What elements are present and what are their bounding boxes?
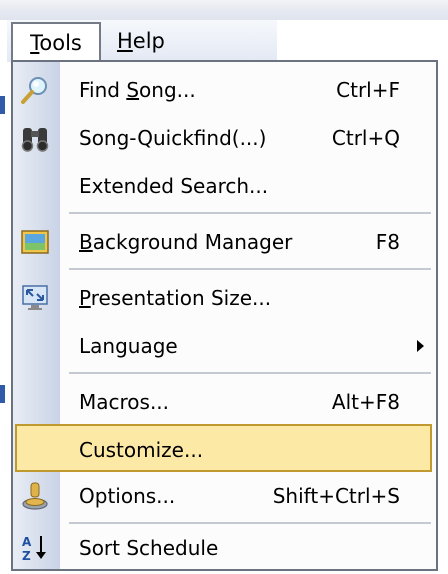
menu-item-background-manager[interactable]: Background Manager F8 (13, 218, 436, 266)
menu-item-options-label: Options... (79, 484, 176, 508)
menu-item-macros[interactable]: Macros... Alt+F8 (13, 378, 436, 426)
menu-item-extended-search-label: Extended Search... (79, 174, 269, 198)
menu-item-find-song-label: Find Song... (79, 66, 196, 114)
menu-item-options[interactable]: Options... Shift+Ctrl+S (13, 472, 436, 520)
svg-text:A: A (22, 535, 32, 549)
menu-tools-accelerator: T (30, 31, 40, 55)
picture-frame-icon (21, 230, 49, 254)
menu-item-customize[interactable]: Customize... (15, 424, 432, 472)
presentation-size-accelerator: P (79, 286, 91, 310)
menu-item-find-song-shortcut: Ctrl+F (336, 78, 400, 102)
menu-item-sort-schedule[interactable]: A Z Sort Schedule (13, 524, 436, 572)
background-manager-accelerator: B (79, 230, 93, 254)
menu-item-song-quickfind-shortcut: Ctrl+Q (331, 126, 400, 150)
menu-tools-label-post: ools (39, 31, 82, 55)
find-song-accelerator: S (126, 78, 140, 102)
menu-item-language[interactable]: Language (13, 322, 436, 370)
sort-az-icon: A Z (22, 535, 46, 563)
screen: Tools Help Find Song... Ctrl+F Song-Quic… (0, 0, 448, 574)
tools-dropdown-menu: Find Song... Ctrl+F Song-Quickfind(...) … (11, 60, 438, 571)
background-manager-label-post: ackground Manager (92, 230, 293, 254)
menu-item-options-shortcut: Shift+Ctrl+S (272, 484, 400, 508)
menu-separator (69, 212, 431, 214)
presentation-size-label-post: resentation Size... (90, 286, 272, 310)
svg-text:Z: Z (22, 549, 31, 563)
menu-separator (69, 268, 431, 270)
binoculars-icon (21, 128, 49, 152)
menu-bar: Tools Help (7, 20, 277, 62)
find-song-label-post: ong... (139, 78, 196, 102)
menu-item-song-quickfind-label: Song-Quickfind(...) (79, 126, 267, 150)
screen-resize-icon (22, 285, 48, 310)
menu-item-background-manager-shortcut: F8 (375, 230, 400, 254)
menu-help-accelerator: H (117, 29, 133, 53)
magnifier-icon (21, 77, 47, 104)
menu-tools[interactable]: Tools (11, 22, 101, 60)
menu-item-macros-label: Macros... (79, 390, 170, 414)
menu-item-background-manager-label: Background Manager (79, 218, 292, 266)
menu-item-language-label: Language (79, 334, 178, 358)
menu-item-presentation-size[interactable]: Presentation Size... (13, 274, 436, 322)
find-song-label-pre: Find (79, 78, 127, 102)
menu-item-find-song[interactable]: Find Song... Ctrl+F (13, 66, 436, 114)
menu-help-label-post: elp (132, 29, 165, 53)
background-fragment (0, 96, 5, 114)
background-fragment (0, 385, 5, 403)
submenu-arrow-icon (417, 340, 424, 352)
menu-item-sort-schedule-label: Sort Schedule (79, 536, 219, 560)
background-toolbar (0, 0, 448, 20)
menu-item-macros-shortcut: Alt+F8 (331, 390, 400, 414)
menu-item-extended-search[interactable]: Extended Search... (13, 162, 436, 210)
menu-item-presentation-size-label: Presentation Size... (79, 274, 271, 322)
menu-separator (69, 372, 431, 374)
menu-item-song-quickfind[interactable]: Song-Quickfind(...) Ctrl+Q (13, 114, 436, 162)
options-gear-icon (22, 482, 48, 510)
menu-item-customize-label: Customize... (79, 438, 204, 462)
menu-help[interactable]: Help (107, 22, 187, 60)
